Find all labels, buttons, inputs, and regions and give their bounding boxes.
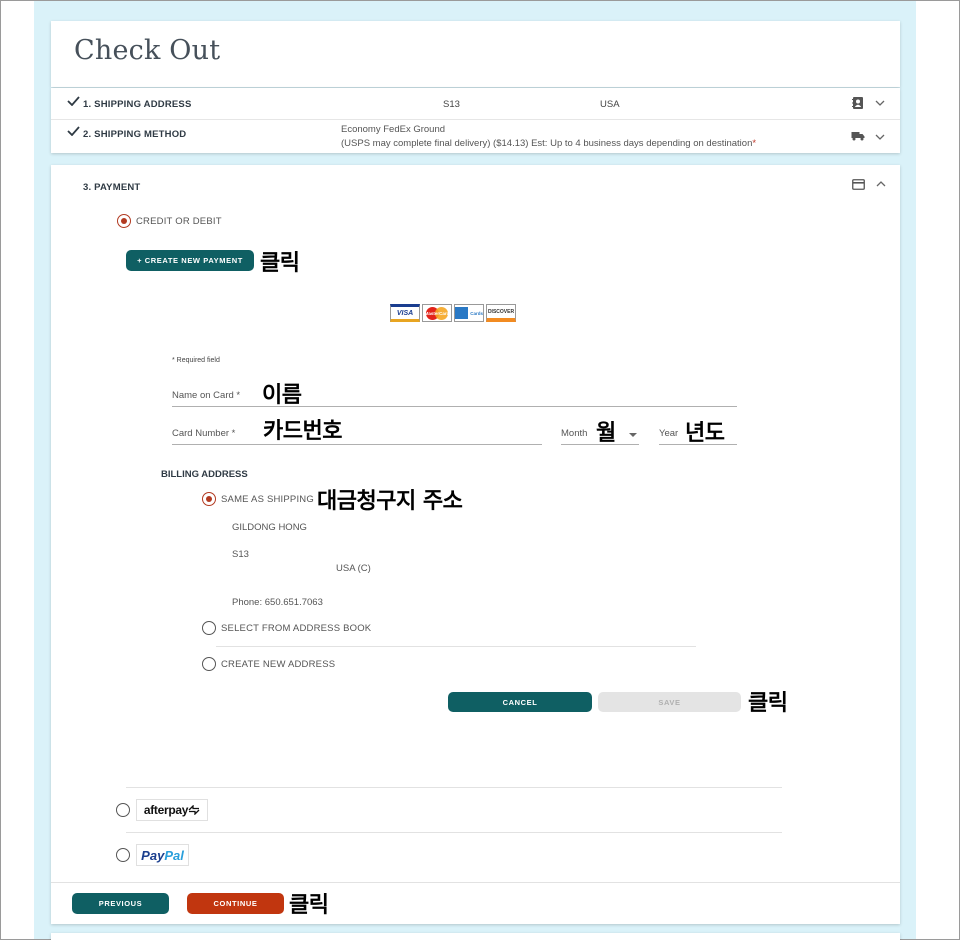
step-label: 2. SHIPPING METHOD bbox=[83, 129, 187, 140]
chevron-down-icon[interactable] bbox=[875, 100, 885, 107]
annotation-month: 월 bbox=[596, 421, 616, 446]
create-new-payment-button[interactable]: + CREATE NEW PAYMENT bbox=[126, 250, 254, 271]
amex-logo: Cards bbox=[454, 304, 484, 322]
checkmark-icon bbox=[67, 126, 80, 136]
billing-name: GILDONG HONG bbox=[232, 522, 307, 533]
afterpay-arrows-icon bbox=[188, 805, 200, 815]
page-title: Check Out bbox=[74, 35, 221, 66]
billing-address-line: S13 bbox=[232, 549, 249, 560]
paypal-logo: PayPal bbox=[136, 844, 189, 866]
annotation-card-number: 카드번호 bbox=[263, 419, 342, 444]
card-brand-logos: VISA MasterCard Cards DISCOVER bbox=[390, 304, 516, 322]
mastercard-logo: MasterCard bbox=[422, 304, 452, 322]
year-label: Year bbox=[659, 428, 679, 439]
same-as-shipping-label: SAME AS SHIPPING bbox=[221, 494, 314, 505]
card-number-label: Card Number * bbox=[172, 428, 236, 439]
checkout-steps-summary: 1. SHIPPING ADDRESS S13 USA 2. SHIPPING … bbox=[51, 88, 900, 153]
radio-same-as-shipping[interactable] bbox=[202, 492, 216, 506]
select-from-address-book-label: SELECT FROM ADDRESS BOOK bbox=[221, 623, 372, 634]
next-section-card bbox=[51, 933, 900, 940]
billing-address-title: BILLING ADDRESS bbox=[161, 469, 248, 480]
annotation-name: 이름 bbox=[262, 383, 302, 408]
payment-section: 3. PAYMENT CREDIT OR DEBIT + CREATE NEW … bbox=[51, 165, 900, 924]
year-select[interactable] bbox=[659, 444, 737, 445]
annotation-click: 클릭 bbox=[748, 691, 788, 716]
month-select[interactable] bbox=[561, 444, 639, 445]
name-on-card-label: Name on Card * bbox=[172, 390, 241, 401]
visa-logo: VISA bbox=[390, 304, 420, 322]
save-button[interactable]: SAVE bbox=[598, 692, 741, 712]
discover-logo: DISCOVER bbox=[486, 304, 516, 322]
card-number-input[interactable] bbox=[172, 444, 542, 445]
month-label: Month bbox=[561, 428, 588, 439]
address-book-icon bbox=[852, 97, 863, 109]
shipping-method-details: (USPS may complete final delivery) ($14.… bbox=[341, 138, 757, 149]
cancel-button[interactable]: CANCEL bbox=[448, 692, 592, 712]
required-field-note: * Required field bbox=[172, 357, 220, 364]
annotation-click: 클릭 bbox=[260, 251, 300, 276]
annotation-billing-address: 대금청구지 주소 bbox=[317, 489, 463, 514]
step-shipping-method[interactable]: 2. SHIPPING METHOD Economy FedEx Ground … bbox=[51, 120, 900, 153]
continue-button[interactable]: CONTINUE bbox=[187, 893, 284, 914]
shipping-address-line: S13 bbox=[443, 99, 460, 110]
checkmark-icon bbox=[67, 96, 80, 106]
month-dropdown-arrow-icon bbox=[629, 433, 637, 437]
divider bbox=[126, 832, 782, 833]
previous-button[interactable]: PREVIOUS bbox=[72, 893, 169, 914]
shipping-method-name: Economy FedEx Ground bbox=[341, 124, 446, 135]
credit-or-debit-label: CREDIT OR DEBIT bbox=[136, 216, 222, 227]
billing-country: USA (C) bbox=[336, 563, 371, 574]
divider bbox=[51, 882, 900, 883]
chevron-up-icon[interactable] bbox=[876, 180, 886, 187]
divider bbox=[216, 646, 696, 647]
title-card: Check Out bbox=[51, 21, 900, 87]
required-mark: * bbox=[752, 138, 757, 149]
radio-select-from-address-book[interactable] bbox=[202, 621, 216, 635]
afterpay-logo: afterpay bbox=[136, 799, 208, 821]
truck-icon bbox=[851, 132, 865, 141]
annotation-year: 년도 bbox=[685, 421, 725, 446]
radio-afterpay[interactable] bbox=[116, 803, 130, 817]
shipping-address-country: USA bbox=[600, 99, 620, 110]
step-shipping-address[interactable]: 1. SHIPPING ADDRESS S13 USA bbox=[51, 88, 900, 120]
annotation-click: 클릭 bbox=[289, 893, 329, 918]
create-new-address-label: CREATE NEW ADDRESS bbox=[221, 659, 336, 670]
billing-phone: Phone: 650.651.7063 bbox=[232, 597, 323, 608]
divider bbox=[126, 787, 782, 788]
name-on-card-input[interactable] bbox=[172, 406, 737, 407]
radio-create-new-address[interactable] bbox=[202, 657, 216, 671]
credit-card-icon bbox=[852, 179, 865, 190]
chevron-down-icon[interactable] bbox=[875, 134, 885, 141]
payment-title: 3. PAYMENT bbox=[83, 182, 141, 193]
radio-credit-or-debit[interactable] bbox=[117, 214, 131, 228]
radio-paypal[interactable] bbox=[116, 848, 130, 862]
step-label: 1. SHIPPING ADDRESS bbox=[83, 99, 192, 110]
